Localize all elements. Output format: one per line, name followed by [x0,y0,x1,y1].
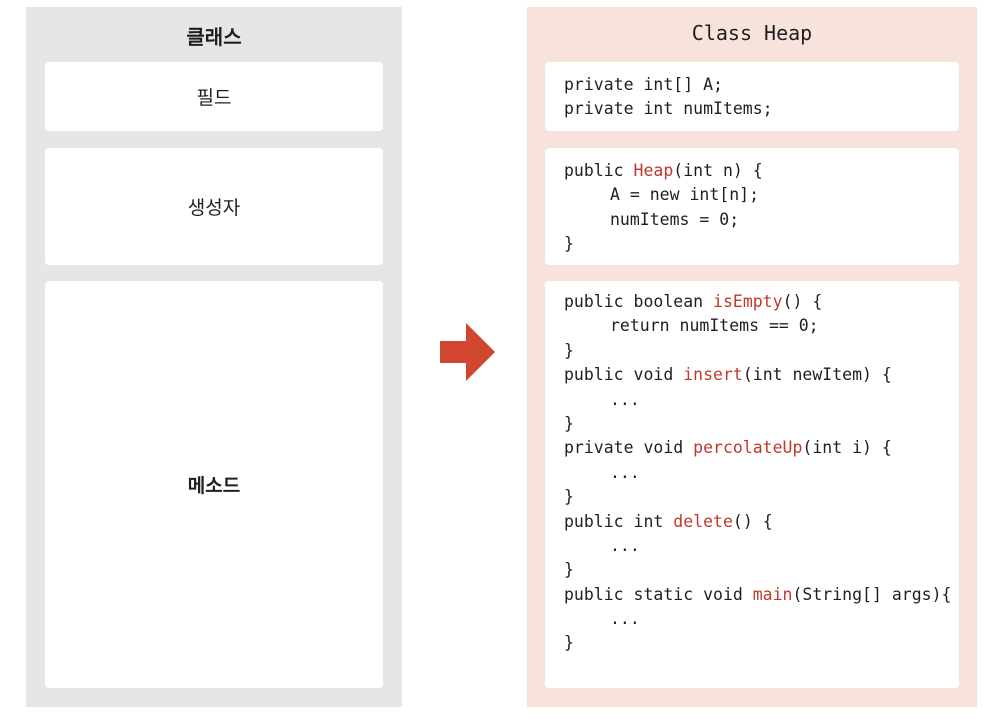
code-text: private int[] A; [564,75,723,94]
code-line: } [564,339,959,363]
heap-class-title: Class Heap [691,21,813,45]
code-text: () { [732,511,773,531]
code-text: public void [564,365,684,385]
code-line: public void insert(int newItem) { [564,363,959,387]
code-text: } [564,340,574,360]
code-text: } [564,560,574,580]
code-text: public [564,161,634,180]
method-name: insert [683,365,743,385]
methods-code: public boolean isEmpty() {return numItem… [564,290,959,656]
code-line: } [564,412,959,436]
class-structure-panel: 클래스 필드 생성자 메소드 [26,7,402,707]
code-text: A = new int[n]; [610,185,760,205]
code-line: ... [564,388,959,412]
field-label: 필드 [196,87,232,109]
code-text: ... [610,535,640,555]
code-text: ... [610,462,640,482]
code-text: private void [564,438,694,458]
right-arrow-icon [440,323,495,381]
field-box: 필드 [45,62,383,131]
code-text: (int i) { [802,438,892,458]
method-name: Heap [633,161,674,180]
constructor-box: 생성자 [45,148,383,265]
code-text: } [564,487,574,507]
code-text: private int numItems; [564,99,773,119]
code-text: } [564,633,574,653]
code-line: } [564,558,959,582]
method-label: 메소드 [187,475,241,497]
code-line: public Heap(int n) { [564,159,959,183]
code-text: } [564,234,574,254]
code-text: ... [610,389,640,409]
code-text: } [564,413,574,433]
methods-code-box: public boolean isEmpty() {return numItem… [545,281,959,688]
method-name: percolateUp [693,438,803,458]
code-line: private void percolateUp(int i) { [564,436,959,460]
code-text: public int [564,511,674,531]
method-name: delete [673,511,733,531]
code-line: ... [564,461,959,485]
constructor-label: 생성자 [187,197,241,219]
code-line: public static void main(String[] args){ [564,583,959,607]
code-line: A = new int[n]; [564,183,959,207]
method-name: main [752,584,793,604]
method-name: isEmpty [713,292,783,311]
method-box: 메소드 [45,281,383,688]
code-text: () { [782,292,823,311]
fields-code-box: private int[] A; private int numItems; [545,62,959,131]
code-line: private int[] A; [564,73,959,97]
code-text: (int n) { [673,161,763,180]
code-line: ... [564,534,959,558]
code-line: } [564,631,959,655]
code-line: return numItems == 0; [564,314,959,338]
code-text: (int newItem) { [742,365,892,385]
constructor-code-box: public Heap(int n) {A = new int[n]; numIt… [545,148,959,265]
code-line: } [564,485,959,509]
code-line: } [564,232,959,256]
code-line: ... [564,607,959,631]
constructor-code: public Heap(int n) {A = new int[n]; numIt… [564,159,959,257]
code-text: public boolean [564,292,714,311]
code-text: public static void [564,584,753,604]
code-text: ... [610,609,640,629]
code-text: return numItems == 0; [610,316,819,336]
fields-code: private int[] A; private int numItems; [564,73,959,122]
class-title: 클래스 [186,25,242,49]
code-line: numItems = 0; [564,208,959,232]
heap-class-panel: Class Heap private int[] A; private int n… [527,7,977,707]
code-text: numItems = 0; [610,209,740,229]
code-text: (String[] args){ [792,584,952,604]
code-line: public boolean isEmpty() { [564,290,959,314]
code-line: public int delete() { [564,510,959,534]
code-line: private int numItems; [564,97,959,121]
